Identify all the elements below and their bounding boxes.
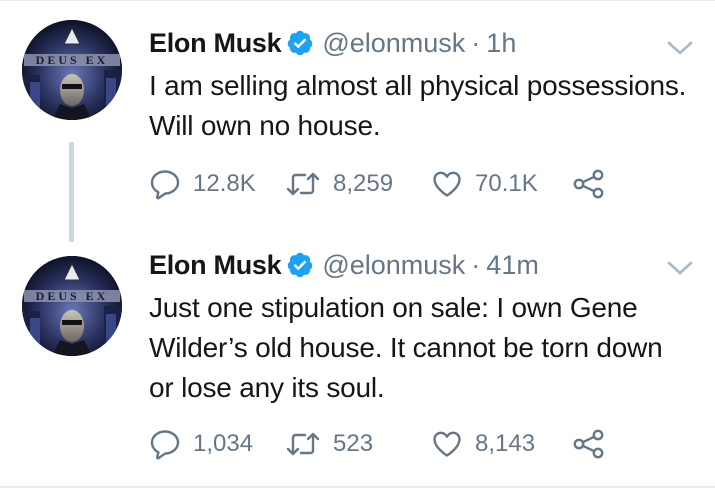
tweet-timestamp[interactable]: 1h [486,28,516,59]
tweet-text: Just one stipulation on sale: I own Gene… [149,292,663,403]
reply-icon [149,428,181,460]
bottom-divider [0,486,715,488]
author-handle[interactable]: @elonmusk [322,250,465,281]
reply-count: 1,034 [193,430,254,457]
avatar[interactable]: DEUS EX [22,20,122,120]
share-icon [572,428,606,460]
chevron-down-icon[interactable] [667,260,693,276]
retweet-count: 8,259 [333,170,394,197]
heart-icon [431,428,463,460]
tweet-header: Elon Musk @elonmusk · 41m [149,246,539,284]
avatar[interactable]: DEUS EX [22,256,122,356]
tweet-text: I am selling almost all physical possess… [149,70,687,141]
header-separator: · [471,249,481,280]
tweet-actions: 1,034 523 8,143 [149,426,669,462]
like-count: 70.1K [475,170,538,197]
tweet[interactable]: DEUS EX Elon Musk @elonmusk · 41m Just o… [0,240,715,486]
reply-button[interactable]: 1,034 [149,426,253,462]
retweet-icon [285,428,321,460]
like-count: 8,143 [475,430,536,457]
author-name[interactable]: Elon Musk [149,250,282,281]
verified-badge-icon [286,251,314,279]
avatar-logo-text: DEUS EX [36,289,109,303]
chevron-down-icon[interactable] [667,40,693,56]
tweet-header: Elon Musk @elonmusk · 1h [149,24,516,62]
reply-button[interactable]: 12.8K [149,166,256,202]
tweet[interactable]: DEUS EX Elon Musk @elonmusk · 1h I am se… [0,0,715,240]
like-button[interactable]: 8,143 [431,426,535,462]
retweet-button[interactable]: 523 [285,426,373,462]
verified-badge-icon [286,29,314,57]
retweet-count: 523 [333,430,374,457]
share-icon [572,168,606,200]
share-button[interactable] [572,426,606,462]
avatar-logo-text: DEUS EX [36,53,109,67]
share-button[interactable] [572,166,606,202]
like-button[interactable]: 70.1K [431,166,538,202]
author-handle[interactable]: @elonmusk [322,28,465,59]
reply-icon [149,168,181,200]
retweet-button[interactable]: 8,259 [285,166,393,202]
reply-count: 12.8K [193,170,256,197]
tweet-timestamp[interactable]: 41m [486,250,539,281]
header-separator: · [471,27,481,58]
retweet-icon [285,168,321,200]
tweet-actions: 12.8K 8,259 70.1K [149,166,669,202]
author-name[interactable]: Elon Musk [149,28,282,59]
heart-icon [431,168,463,200]
